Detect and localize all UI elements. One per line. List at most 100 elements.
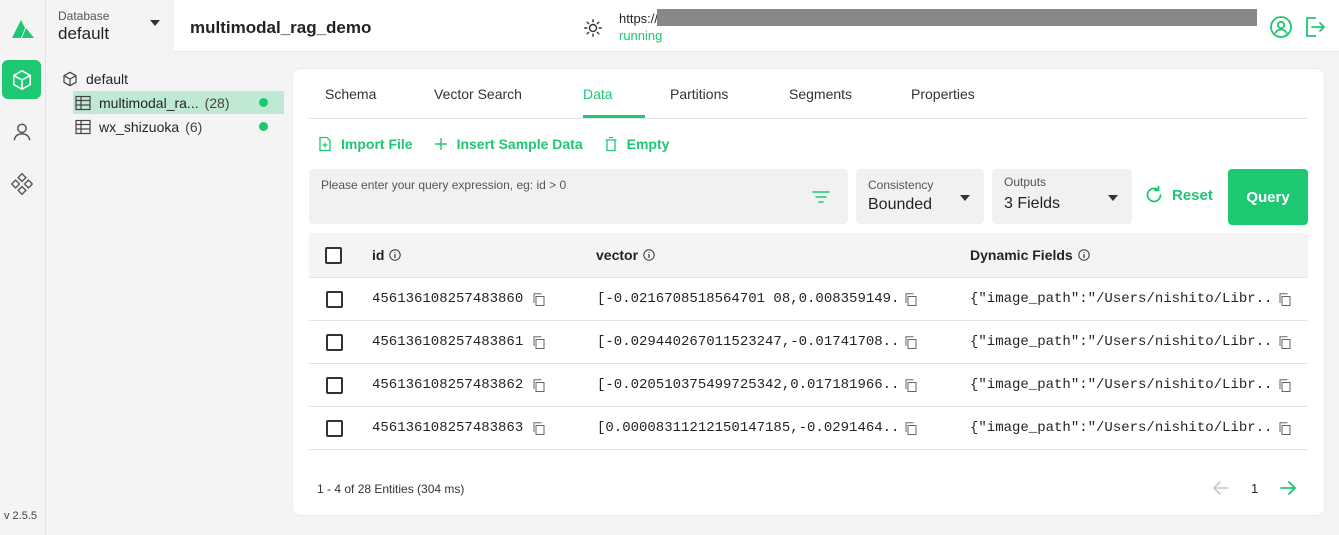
copy-icon[interactable] [905,293,917,306]
tab-schema[interactable]: Schema [325,86,376,102]
user-circle-icon[interactable] [1269,15,1293,39]
arrow-right-icon[interactable] [1278,478,1298,498]
query-button[interactable]: Query [1228,169,1308,225]
select-all-checkbox[interactable] [325,247,342,264]
file-import-icon [319,136,331,152]
import-file-label: Import File [341,136,413,152]
chevron-down-icon [960,195,970,201]
entity-count: 1 - 4 of 28 Entities (304 ms) [317,482,465,496]
copy-icon[interactable] [1279,336,1291,349]
data-toolbar: Import File Insert Sample Data Empty [317,136,669,152]
table-row[interactable]: 456136108257483861 [-0.02944026701152324… [309,321,1308,364]
tree-item-multimodal-rag-demo[interactable]: multimodal_ra... (28) [73,91,284,114]
logout-icon[interactable] [1303,15,1327,39]
info-icon[interactable] [1078,249,1090,261]
theme-sun-icon[interactable] [584,19,602,37]
copy-icon[interactable] [533,422,545,435]
copy-icon[interactable] [1279,293,1291,306]
query-placeholder: Please enter your query expression, eg: … [321,178,567,192]
tree-item-wx-shizuoka[interactable]: wx_shizuoka (6) [73,115,284,138]
diamond-grid-icon [10,172,33,195]
tab-properties[interactable]: Properties [911,86,975,102]
tab-vector-search[interactable]: Vector Search [434,86,522,102]
plus-icon [434,138,447,150]
reset-button[interactable]: Reset [1144,185,1213,205]
column-header-id[interactable]: id [372,247,402,263]
empty-label: Empty [626,136,670,152]
table-row[interactable]: 456136108257483860 [-0.0216708518564701 … [309,278,1308,321]
row-checkbox[interactable] [326,291,343,308]
copy-icon[interactable] [905,336,917,349]
server-status: running [619,28,663,43]
copy-icon[interactable] [533,293,545,306]
milvus-logo-icon[interactable] [10,16,36,40]
page-number[interactable]: 1 [1251,481,1258,496]
insert-sample-data-button[interactable]: Insert Sample Data [433,136,583,152]
cell-id: 456136108257483860 [372,291,524,307]
column-header-label: vector [596,247,639,263]
rail-system-button[interactable] [2,164,41,203]
active-tab-indicator [583,115,645,118]
top-header: Database default multimodal_rag_demo htt… [46,0,1339,52]
outputs-label: Outputs [1004,175,1047,189]
table-header: id vector Dynamic Fields [309,233,1308,278]
tree-database-root[interactable]: default [62,71,128,87]
user-icon [12,122,31,140]
cell-vector: [-0.0216708518564701 08,0.008359149... [597,291,899,307]
table-row[interactable]: 456136108257483862 [-0.02051037549972534… [309,364,1308,407]
cell-vector: [-0.020510375499725342,0.017181966... [597,377,899,393]
chevron-down-icon [150,20,160,26]
row-checkbox[interactable] [326,420,343,437]
collection-card: Schema Vector Search Data Partitions Seg… [293,69,1324,515]
rail-collections-button[interactable] [2,60,41,99]
database-select[interactable]: Database default [46,0,174,52]
rail-users-button[interactable] [2,112,41,151]
row-checkbox[interactable] [326,377,343,394]
column-header-dynamic-fields[interactable]: Dynamic Fields [970,247,1090,263]
tab-partitions[interactable]: Partitions [670,86,728,102]
consistency-label: Consistency [868,178,934,192]
outputs-select[interactable]: Outputs 3 Fields [992,169,1132,224]
query-expression-input[interactable]: Please enter your query expression, eg: … [309,169,848,224]
tree-item-count: (28) [204,94,230,111]
tab-segments[interactable]: Segments [789,86,852,102]
left-rail: v 2.5.5 [0,0,46,535]
outputs-value: 3 Fields [1004,195,1061,212]
copy-icon[interactable] [905,379,917,392]
consistency-select[interactable]: Consistency Bounded [856,169,984,224]
cell-dynamic-fields: {"image_path":"/Users/nishito/Libr... [970,291,1272,307]
database-value: default [58,24,110,43]
table-row[interactable]: 456136108257483863 [0.000083112121501471… [309,407,1308,450]
insert-sample-data-label: Insert Sample Data [456,136,583,152]
tab-data[interactable]: Data [583,86,613,102]
info-icon[interactable] [389,249,402,261]
copy-icon[interactable] [533,379,545,392]
import-file-button[interactable]: Import File [317,136,413,152]
copy-icon[interactable] [1279,379,1291,392]
tree-item-count: (6) [185,118,203,135]
cube-icon [63,71,77,87]
info-icon[interactable] [643,249,655,261]
table-icon [75,119,91,134]
tree-root-label: default [86,71,129,87]
cell-id: 456136108257483861 [372,334,524,350]
arrow-left-icon[interactable] [1211,478,1231,498]
copy-icon[interactable] [905,422,917,435]
empty-button[interactable]: Empty [603,136,670,152]
cell-vector: [-0.029440267011523247,-0.01741708... [597,334,899,350]
table-icon [75,95,91,110]
loaded-status-dot [259,98,268,107]
consistency-value: Bounded [868,196,933,213]
tree-item-label: wx_shizuoka [99,118,180,135]
redacted-url-bar [657,9,1257,26]
copy-icon[interactable] [1279,422,1291,435]
pagination: 1 [1211,478,1298,498]
copy-icon[interactable] [533,336,545,349]
column-header-vector[interactable]: vector [596,247,655,263]
version-label: v 2.5.5 [4,510,38,522]
cell-dynamic-fields: {"image_path":"/Users/nishito/Libr... [970,420,1272,436]
row-checkbox[interactable] [326,334,343,351]
trash-icon [605,136,617,152]
filter-icon[interactable] [812,189,830,205]
collection-title: multimodal_rag_demo [190,18,372,37]
